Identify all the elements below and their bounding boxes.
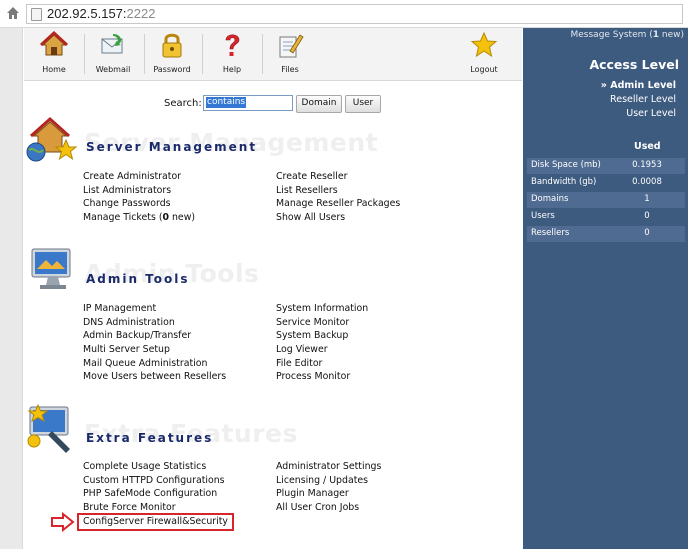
server-management-icon: [26, 116, 78, 162]
sidebar: Message System (1 new) Access Level » Ad…: [523, 28, 688, 549]
link-file-editor[interactable]: File Editor: [276, 357, 368, 371]
link-log-viewer[interactable]: Log Viewer: [276, 343, 368, 357]
nav-password[interactable]: Password: [148, 28, 196, 80]
nav-files[interactable]: Files: [266, 28, 314, 80]
link-manage-tickets[interactable]: Manage Tickets (0 new): [83, 211, 195, 225]
page-icon: [31, 8, 42, 21]
url-text: 202.92.5.157:2222: [47, 6, 156, 21]
stat-row: Resellers 0: [527, 226, 685, 242]
stat-row: Domains 1: [527, 192, 685, 208]
nav-logout-label: Logout: [470, 65, 498, 74]
link-list-resellers[interactable]: List Resellers: [276, 184, 400, 198]
stat-value: 0: [644, 228, 650, 238]
link-mail-queue-administration[interactable]: Mail Queue Administration: [83, 357, 226, 371]
link-all-user-cron-jobs[interactable]: All User Cron Jobs: [276, 501, 381, 515]
access-level-user[interactable]: User Level: [626, 108, 676, 119]
nav-files-label: Files: [281, 65, 299, 74]
webmail-icon: [101, 34, 123, 54]
extra-features-right-links: Administrator Settings Licensing / Updat…: [276, 460, 381, 515]
link-licensing-updates[interactable]: Licensing / Updates: [276, 474, 381, 488]
link-system-backup[interactable]: System Backup: [276, 329, 368, 343]
link-show-all-users[interactable]: Show All Users: [276, 211, 400, 225]
link-dns-administration[interactable]: DNS Administration: [83, 316, 226, 330]
files-icon: [279, 34, 304, 58]
link-ip-management[interactable]: IP Management: [83, 302, 226, 316]
nav-logout[interactable]: Logout: [460, 28, 508, 80]
search-user-button[interactable]: User: [345, 95, 381, 113]
stat-value: 0.0008: [632, 177, 662, 187]
admin-tools-icon: [31, 248, 71, 289]
link-manage-reseller-packages[interactable]: Manage Reseller Packages: [276, 197, 400, 211]
nav-divider: [144, 34, 145, 74]
nav-webmail[interactable]: Webmail: [88, 28, 138, 80]
stat-row: Disk Space (mb) 0.1953: [527, 158, 685, 174]
link-multi-server-setup[interactable]: Multi Server Setup: [83, 343, 226, 357]
section-title: Extra Features: [86, 431, 214, 445]
nav-divider: [262, 34, 263, 74]
search-domain-button[interactable]: Domain: [296, 95, 342, 113]
link-complete-usage-statistics[interactable]: Complete Usage Statistics: [83, 460, 228, 474]
home-icon: [40, 31, 68, 56]
star-icon: [470, 31, 498, 58]
annotation-highlight-box: [77, 513, 234, 531]
nav-password-label: Password: [153, 65, 191, 74]
browser-address-bar: 202.92.5.157:2222: [0, 0, 688, 28]
access-level-admin[interactable]: » Admin Level: [601, 80, 676, 91]
nav-home[interactable]: Home: [30, 28, 78, 80]
nav-divider: [84, 34, 85, 74]
section-title: Admin Tools: [86, 272, 190, 286]
stat-label: Resellers: [531, 228, 570, 238]
search-label: Search:: [164, 98, 202, 109]
search-input[interactable]: contains: [203, 95, 293, 111]
link-custom-httpd-configurations[interactable]: Custom HTTPD Configurations: [83, 474, 228, 488]
link-change-passwords[interactable]: Change Passwords: [83, 197, 195, 211]
link-process-monitor[interactable]: Process Monitor: [276, 370, 368, 384]
link-move-users-between-resellers[interactable]: Move Users between Resellers: [83, 370, 226, 384]
link-administrator-settings[interactable]: Administrator Settings: [276, 460, 381, 474]
link-list-administrators[interactable]: List Administrators: [83, 184, 195, 198]
browser-home-icon[interactable]: [6, 6, 20, 20]
annotation-arrow-icon: [51, 512, 75, 532]
link-service-monitor[interactable]: Service Monitor: [276, 316, 368, 330]
stat-label: Bandwidth (gb): [531, 177, 597, 187]
admin-tools-right-links: System Information Service Monitor Syste…: [276, 302, 368, 384]
stat-value: 0: [644, 211, 650, 221]
message-system-link[interactable]: Message System (1 new): [571, 30, 685, 40]
link-admin-backup-transfer[interactable]: Admin Backup/Transfer: [83, 329, 226, 343]
section-title: Server Management: [86, 140, 258, 154]
admin-tools-left-links: IP Management DNS Administration Admin B…: [83, 302, 226, 384]
link-plugin-manager[interactable]: Plugin Manager: [276, 487, 381, 501]
nav-webmail-label: Webmail: [95, 65, 131, 74]
stat-label: Users: [531, 211, 555, 221]
link-php-safemode-configuration[interactable]: PHP SafeMode Configuration: [83, 487, 228, 501]
stat-row: Bandwidth (gb) 0.0008: [527, 175, 685, 191]
lock-icon: [162, 33, 182, 58]
nav-help-label: Help: [222, 65, 242, 74]
stat-value: 0.1953: [632, 160, 662, 170]
url-input[interactable]: 202.92.5.157:2222: [26, 4, 683, 24]
link-create-reseller[interactable]: Create Reseller: [276, 170, 400, 184]
stat-value: 1: [644, 194, 650, 204]
stat-row: Users 0: [527, 209, 685, 225]
help-icon: [225, 34, 240, 56]
link-create-administrator[interactable]: Create Administrator: [83, 170, 195, 184]
top-nav: Home Webmail Password Help Files Logout: [24, 28, 522, 81]
nav-divider: [202, 34, 203, 74]
nav-help[interactable]: Help: [208, 28, 256, 80]
server-management-right-links: Create Reseller List Resellers Manage Re…: [276, 170, 400, 225]
stat-label: Disk Space (mb): [531, 160, 601, 170]
extra-features-icon: [27, 403, 70, 453]
access-level-reseller[interactable]: Reseller Level: [610, 94, 676, 105]
usage-header: Used: [634, 141, 661, 152]
link-system-information[interactable]: System Information: [276, 302, 368, 316]
left-edge: [0, 28, 23, 549]
server-management-left-links: Create Administrator List Administrators…: [83, 170, 195, 225]
nav-home-label: Home: [42, 65, 66, 74]
stat-label: Domains: [531, 194, 569, 204]
search-input-value: contains: [206, 97, 247, 108]
access-level-title: Access Level: [589, 57, 679, 72]
